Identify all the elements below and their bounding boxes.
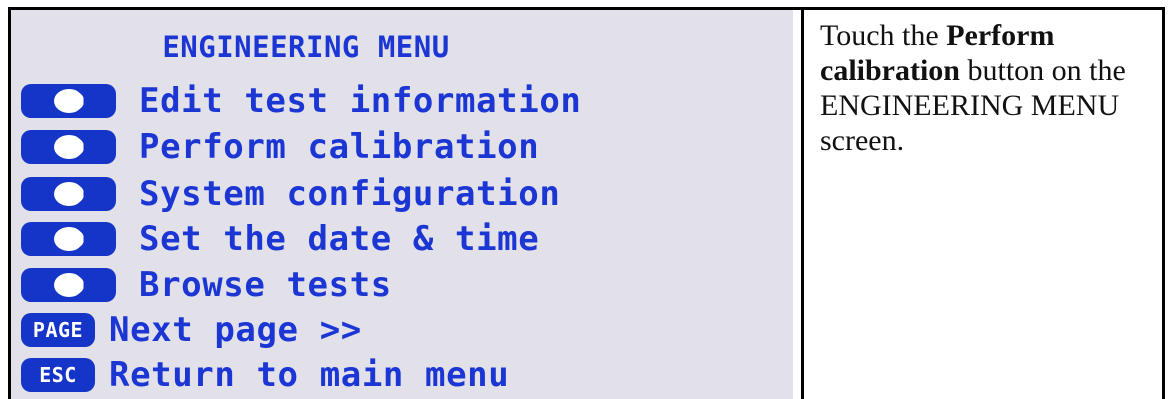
system-configuration-menu-item[interactable]: System configuration — [21, 174, 560, 214]
octagon-dot-icon — [53, 182, 84, 206]
return-main-menu-label: Return to main menu — [109, 355, 510, 395]
octagon-button-icon[interactable] — [21, 177, 116, 211]
device-screen: ENGINEERING MENU Edit test information P… — [11, 10, 793, 399]
octagon-button-icon[interactable] — [21, 130, 116, 164]
instruction-prefix: Touch the — [820, 19, 947, 52]
octagon-dot-icon — [53, 273, 84, 297]
octagon-button-icon[interactable] — [21, 222, 116, 256]
octagon-button-icon[interactable] — [21, 268, 116, 302]
octagon-button-icon[interactable] — [21, 84, 116, 118]
perform-calibration-menu-item[interactable]: Perform calibration — [21, 127, 539, 167]
perform-calibration-label: Perform calibration — [139, 127, 540, 167]
next-page-menu-item[interactable]: PAGE Next page >> — [21, 310, 362, 350]
instruction-text: Touch the Perform calibration button on … — [820, 18, 1150, 158]
octagon-dot-icon — [53, 89, 84, 113]
next-page-label: Next page >> — [109, 310, 362, 350]
system-configuration-label: System configuration — [139, 174, 561, 214]
page-key-label: PAGE — [32, 318, 84, 342]
browse-tests-label: Browse tests — [139, 265, 392, 305]
set-date-time-menu-item[interactable]: Set the date & time — [21, 219, 539, 259]
octagon-dot-icon — [53, 227, 84, 251]
browse-tests-menu-item[interactable]: Browse tests — [21, 265, 392, 305]
edit-test-information-label: Edit test information — [139, 81, 582, 121]
table-divider — [801, 7, 804, 399]
edit-test-information-menu-item[interactable]: Edit test information — [21, 81, 581, 121]
return-main-menu-item[interactable]: ESC Return to main menu — [21, 355, 509, 395]
engineering-menu-title: ENGINEERING MENU — [162, 30, 450, 64]
esc-key-label: ESC — [39, 363, 77, 387]
octagon-dot-icon — [53, 135, 84, 159]
esc-key-button[interactable]: ESC — [21, 358, 95, 392]
page-key-button[interactable]: PAGE — [21, 313, 95, 347]
set-date-time-label: Set the date & time — [139, 219, 540, 259]
